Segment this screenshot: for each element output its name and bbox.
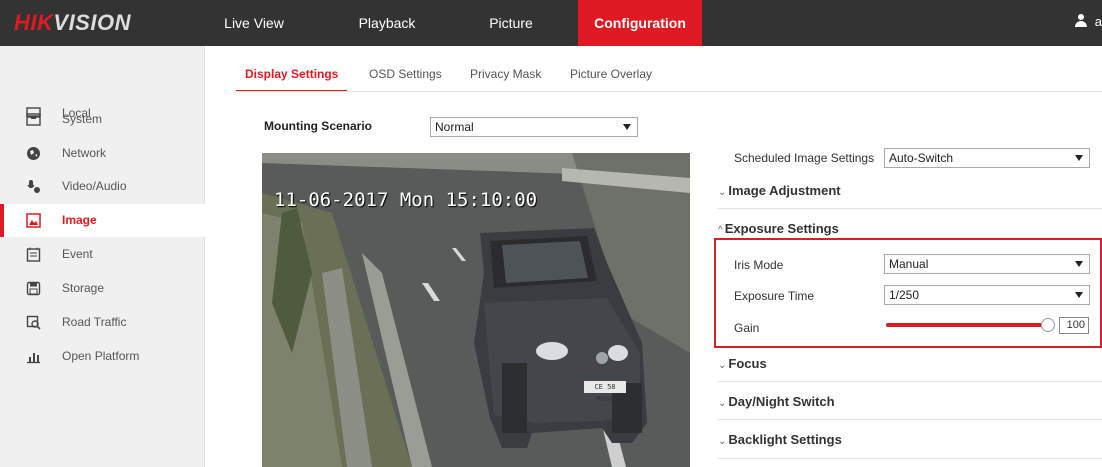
mounting-scenario-select[interactable]: Normal <box>430 117 638 137</box>
sidebar-item-system[interactable]: System <box>0 103 205 136</box>
logo-text-vision: VISION <box>53 10 131 35</box>
section-backlight-settings[interactable]: ⌄ Backlight Settings <box>718 432 842 447</box>
dropdown-arrow-icon <box>1075 155 1083 161</box>
storage-icon <box>26 281 41 296</box>
section-image-adjustment[interactable]: ⌄ Image Adjustment <box>718 183 841 198</box>
system-icon <box>26 112 41 127</box>
section-focus[interactable]: ⌄ Focus <box>718 356 767 371</box>
event-icon <box>26 247 41 262</box>
exposure-time-value: 1/250 <box>889 288 920 302</box>
chevron-down-icon: ⌄ <box>718 436 727 447</box>
gain-slider-track[interactable] <box>886 323 1042 327</box>
scheduled-image-settings-label: Scheduled Image Settings <box>734 151 875 165</box>
open-platform-icon <box>26 349 41 364</box>
section-title: Image Adjustment <box>728 183 841 198</box>
iris-mode-label: Iris Mode <box>734 258 784 272</box>
scheduled-image-settings-value: Auto-Switch <box>889 151 954 165</box>
chevron-down-icon: ⌄ <box>718 187 727 198</box>
sidebar-item-event[interactable]: Event <box>0 238 205 271</box>
sidebar-item-road-traffic[interactable]: Road Traffic <box>0 306 205 339</box>
sidebar-item-storage[interactable]: Storage <box>0 272 205 305</box>
user-menu[interactable]: a <box>1074 14 1102 29</box>
sidebar-item-label: Road Traffic <box>62 315 127 329</box>
sidebar-item-image[interactable]: Image <box>0 204 205 237</box>
dropdown-arrow-icon <box>1075 261 1083 267</box>
dropdown-arrow-icon <box>623 124 631 130</box>
chevron-down-icon: ⌄ <box>718 360 727 371</box>
network-icon <box>26 146 41 161</box>
tab-picture-overlay[interactable]: Picture Overlay <box>570 58 652 92</box>
video-audio-icon <box>26 179 41 194</box>
chevron-up-icon: ^ <box>718 225 723 236</box>
mounting-scenario-label: Mounting Scenario <box>264 119 372 133</box>
section-title: Backlight Settings <box>728 432 842 447</box>
tab-osd-settings[interactable]: OSD Settings <box>369 58 442 92</box>
user-icon <box>1074 14 1088 28</box>
gain-value-input[interactable]: 100 <box>1059 317 1089 334</box>
gain-label: Gain <box>734 321 760 335</box>
tab-display-settings[interactable]: Display Settings <box>236 58 348 92</box>
dropdown-arrow-icon <box>1075 292 1083 298</box>
sidebar-item-label: Event <box>62 247 93 261</box>
section-title: Focus <box>728 356 767 371</box>
gain-slider-handle[interactable] <box>1041 318 1055 332</box>
exposure-time-label: Exposure Time <box>734 289 815 303</box>
tab-divider <box>236 91 1102 92</box>
sidebar-item-label: Storage <box>62 281 105 295</box>
user-name: a <box>1094 14 1102 29</box>
section-title: Exposure Settings <box>724 221 839 236</box>
nav-live-view[interactable]: Live View <box>221 0 287 46</box>
sidebar-item-video-audio[interactable]: Video/Audio <box>0 170 205 203</box>
sidebar-item-label: System <box>62 112 103 126</box>
sidebar-item-label: Network <box>62 146 107 160</box>
image-icon <box>26 213 41 228</box>
sidebar-item-open-platform[interactable]: Open Platform <box>0 340 205 373</box>
hikvision-logo: HIKVISION <box>14 10 131 36</box>
osd-timestamp: 11-06-2017 Mon 15:10:00 <box>274 189 538 211</box>
sidebar-item-network[interactable]: Network <box>0 137 205 170</box>
section-divider <box>718 458 1102 459</box>
section-title: Day/Night Switch <box>728 394 835 409</box>
nav-picture[interactable]: Picture <box>480 0 542 46</box>
scheduled-image-settings-select[interactable]: Auto-Switch <box>884 148 1090 168</box>
nav-configuration[interactable]: Configuration <box>578 0 702 46</box>
section-divider <box>718 208 1102 209</box>
chevron-down-icon: ⌄ <box>718 398 727 409</box>
tab-privacy-mask[interactable]: Privacy Mask <box>470 58 541 92</box>
section-day-night-switch[interactable]: ⌄ Day/Night Switch <box>718 394 835 409</box>
logo-text-hik: HIK <box>14 10 54 35</box>
iris-mode-select[interactable]: Manual <box>884 254 1090 274</box>
sidebar-item-label: Image <box>62 213 97 227</box>
live-video-preview[interactable]: 11-06-2017 Mon 15:10:00 CE 58 RHGP <box>262 153 690 467</box>
section-divider <box>718 419 1102 420</box>
sidebar-item-label: Video/Audio <box>62 179 127 193</box>
sidebar-item-label: Open Platform <box>62 349 140 363</box>
road-traffic-icon <box>26 315 41 330</box>
section-exposure-settings[interactable]: ^ Exposure Settings <box>718 221 839 236</box>
nav-playback[interactable]: Playback <box>347 0 427 46</box>
section-divider <box>718 381 1102 382</box>
exposure-time-select[interactable]: 1/250 <box>884 285 1090 305</box>
iris-mode-value: Manual <box>889 257 929 271</box>
mounting-scenario-value: Normal <box>435 120 474 134</box>
top-navigation-bar: HIKVISION Live View Playback Picture Con… <box>0 0 1102 46</box>
license-plate: CE 58 RHGP <box>584 381 626 403</box>
